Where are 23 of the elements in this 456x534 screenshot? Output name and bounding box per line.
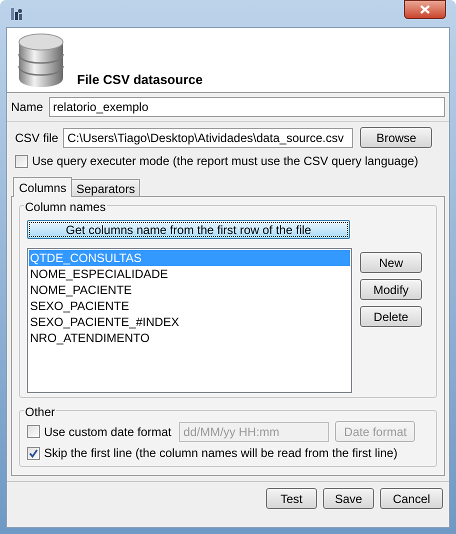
list-item[interactable]: NOME_ESPECIALIDADE [29, 266, 350, 282]
list-item[interactable]: NOME_PACIENTE [29, 282, 350, 298]
get-columns-button[interactable]: Get columns name from the first row of the file [27, 220, 350, 239]
test-button[interactable]: Test [266, 488, 317, 509]
save-button[interactable]: Save [323, 488, 374, 509]
checkbox-label: Use custom date format [44, 424, 172, 440]
checkbox-label: Skip the first line (the column names will be read from the first line) [44, 445, 398, 462]
list-item[interactable]: SEXO_PACIENTE [29, 298, 350, 314]
tab[interactable]: Separators [71, 179, 140, 196]
csv-file-field[interactable]: C:\Users\Tiago\Desktop\Atividades\data_source.csv [63, 128, 354, 148]
browse-button[interactable]: Browse [360, 127, 432, 148]
cancel-button[interactable]: Cancel [380, 488, 443, 509]
tab[interactable]: Columns [13, 177, 72, 197]
name-label: Name [11, 99, 44, 116]
list-item[interactable]: NRO_ATENDIMENTO [29, 330, 350, 346]
checkbox-label: Use query executer mode (the report must use the CSV query language) [32, 153, 418, 170]
dialog-title: File CSV datasource [77, 70, 203, 88]
list-item[interactable]: SEXO_PACIENTE_#INDEX [29, 314, 350, 330]
new-button[interactable]: New [360, 252, 422, 273]
csv-file-label: CSV file [15, 130, 58, 146]
modify-button[interactable]: Modify [360, 279, 422, 300]
name-field[interactable]: relatorio_exemplo [49, 97, 445, 117]
delete-button[interactable]: Delete [360, 306, 422, 327]
